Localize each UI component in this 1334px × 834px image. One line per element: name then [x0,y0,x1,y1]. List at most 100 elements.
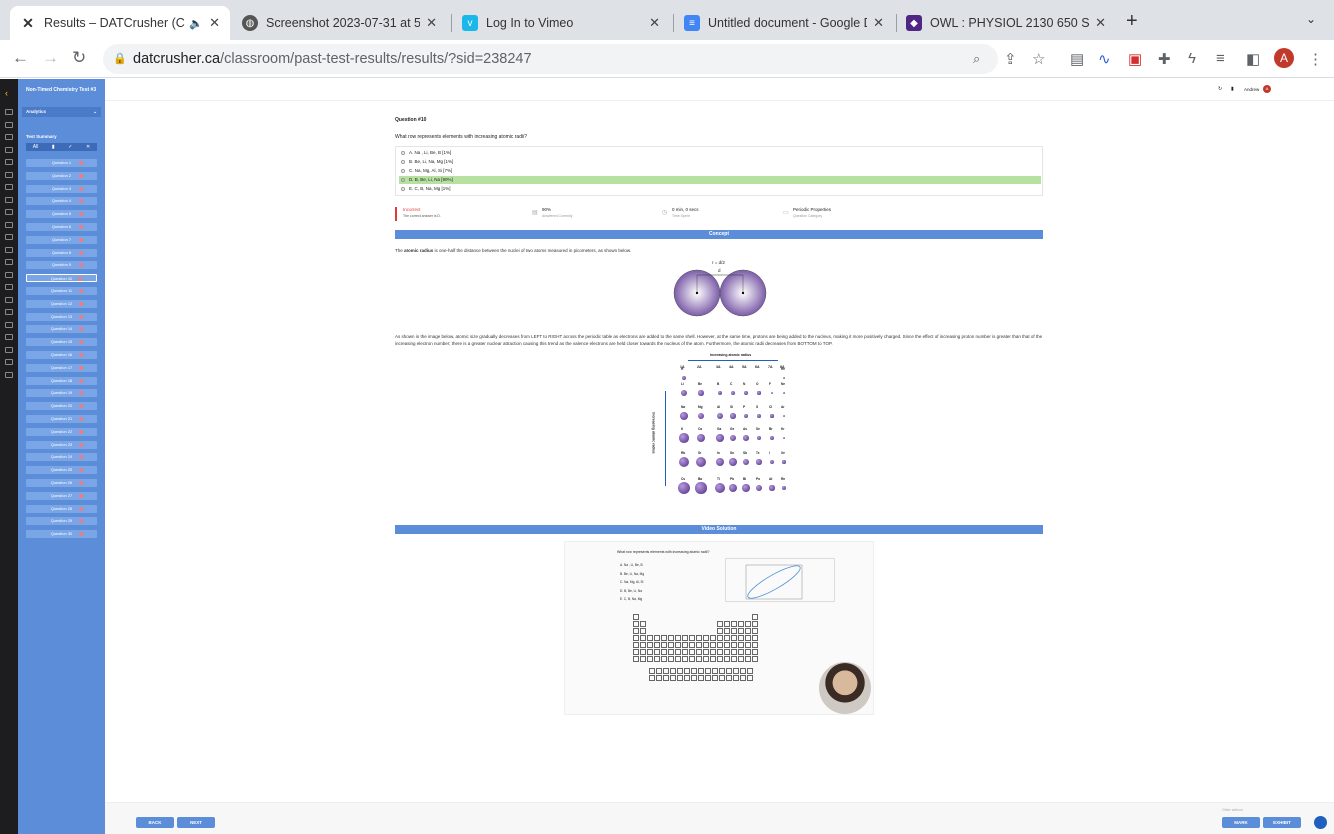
extensions-puzzle-icon[interactable]: ✚ [1158,50,1171,68]
share-icon[interactable]: ⇪ [1004,50,1017,68]
chrome-menu-icon[interactable]: ⋮ [1308,50,1323,68]
option-c[interactable]: C. Na, Mg, Al, Si [7%] [399,167,1041,175]
sidebar-question-item[interactable]: Question 23 [26,440,97,449]
rail-nav-icon[interactable] [5,221,13,228]
video-player[interactable]: What row represents elements with increa… [564,541,874,715]
sidebar-question-item[interactable]: Question 26 [26,479,97,487]
rail-nav-icon[interactable] [5,321,13,328]
sidebar-question-item[interactable]: Question 25 [26,466,97,475]
profile-avatar[interactable]: A [1274,48,1294,68]
bookmark-icon[interactable]: ▮ [1231,86,1234,92]
reload-icon[interactable]: ↻ [72,48,86,68]
refresh-icon[interactable]: ↻ [1218,86,1222,92]
filter-correct-icon[interactable]: ✓ [68,144,72,150]
close-tab-icon[interactable]: ✕ [649,15,660,31]
rail-nav-icon[interactable] [5,334,13,340]
close-tab-icon[interactable]: ✕ [873,15,884,31]
tab-screenshot[interactable]: ◍ Screenshot 2023-07-31 at 5.0 ✕ [232,6,447,40]
bookmark-star-icon[interactable]: ☆ [1032,50,1045,68]
extension-pdf-icon[interactable]: ▣ [1128,50,1142,68]
close-tab-icon[interactable]: ✕ [426,15,437,31]
close-tab-icon[interactable]: ✕ [1095,15,1106,31]
rail-nav-icon[interactable] [5,359,13,365]
sidebar-question-item[interactable]: Question 21 [26,415,97,423]
address-bar[interactable]: 🔒 datcrusher.ca/classroom/past-test-resu… [103,44,998,74]
extension-wave-icon[interactable]: ∿ [1098,50,1111,68]
exhibit-button[interactable]: EXHIBIT [1263,817,1301,828]
rail-nav-icon[interactable] [5,171,13,178]
sidebar-question-item[interactable]: Question 20 [26,402,97,411]
sidebar-question-item[interactable]: Question 1 [26,159,97,167]
rail-nav-icon[interactable] [5,296,13,303]
option-d-correct[interactable]: D. B, Be, Li, Na [90%] [399,176,1041,184]
sidebar-question-item[interactable]: Question 19 [26,389,97,398]
tab-google-docs[interactable]: ≡ Untitled document - Google Do ✕ [674,6,894,40]
rail-nav-icon[interactable] [5,346,13,353]
side-panel-icon[interactable]: ◧ [1246,50,1260,68]
sidebar-question-item[interactable]: Question 6 [26,223,97,231]
tab-search-icon[interactable]: ⌄ [1306,12,1316,26]
close-tab-icon[interactable]: ✕ [209,15,220,31]
sidebar-question-item[interactable]: Question 22 [26,427,97,436]
rail-nav-icon[interactable] [5,246,13,253]
sidebar-question-item[interactable]: Question 8 [26,248,97,257]
rail-nav-icon[interactable] [5,184,13,190]
zoom-icon[interactable]: ⌕ [973,44,980,74]
rail-nav-icon[interactable] [5,121,13,128]
sidebar-question-item[interactable]: Question 7 [26,235,97,244]
user-avatar[interactable]: A [1263,85,1271,93]
collapse-arrow-icon[interactable]: ‹ [5,88,8,98]
speaker-icon[interactable]: 🔈 [189,17,203,30]
chat-icon[interactable] [1314,816,1327,829]
back-icon[interactable]: ← [12,48,29,68]
user-name[interactable]: Andrew [1244,87,1259,92]
sidebar-question-item[interactable]: Question 17 [26,363,97,372]
tab-vimeo[interactable]: v Log In to Vimeo ✕ [452,6,670,40]
option-e[interactable]: E. C, B, Na, Mg [1%] [399,185,1041,193]
rail-nav-icon[interactable] [5,234,13,240]
tab-owl[interactable]: ◆ OWL : PHYSIOL 2130 650 SU2 ✕ [896,6,1116,40]
option-b[interactable]: B. Be, Li, Na, Mg [1%] [399,158,1041,166]
rail-nav-icon[interactable] [5,209,13,215]
sidebar-question-item[interactable]: Question 14 [26,325,97,334]
rail-nav-icon[interactable] [5,109,13,115]
sidebar-question-item[interactable]: Question 30 [26,530,97,539]
extension-notes-icon[interactable]: ▤ [1070,50,1084,68]
forward-icon[interactable]: → [42,48,59,68]
rail-nav-icon[interactable] [5,146,13,153]
reading-list-icon[interactable]: ≡ [1216,50,1225,67]
rail-nav-icon[interactable] [5,196,13,203]
sidebar-question-item[interactable]: Question 24 [26,453,97,462]
analytics-dropdown[interactable]: Analytics ⌄ [22,107,101,117]
option-a[interactable]: A. Na , Li, Be, B [1%] [399,149,1041,157]
sidebar-question-item[interactable]: Question 15 [26,338,97,347]
tab-datcrusher[interactable]: ✕ Results – DATCrusher (Can 🔈 ✕ [10,6,230,40]
sidebar-question-item[interactable]: Question 2 [26,171,97,180]
extension-bolt-icon[interactable]: ϟ [1188,50,1196,67]
filter-bookmark-icon[interactable]: ▮ [52,144,55,150]
rail-nav-icon[interactable] [5,284,13,290]
sidebar-question-item[interactable]: Question 3 [26,184,97,193]
sidebar-question-item[interactable]: Question 4 [26,197,97,206]
rail-nav-icon[interactable] [5,371,13,378]
rail-nav-icon[interactable] [5,259,13,265]
rail-nav-icon[interactable] [5,309,13,315]
sidebar-question-item[interactable]: Question 28 [26,504,97,513]
sidebar-question-item[interactable]: Question 27 [26,491,97,500]
sidebar-question-item[interactable]: Question 12 [26,299,97,308]
rail-nav-icon[interactable] [5,159,13,165]
sidebar-question-item[interactable]: Question 5 [26,210,97,219]
rail-nav-icon[interactable] [5,271,13,278]
next-button[interactable]: NEXT [177,817,215,828]
filter-incorrect-icon[interactable]: ✕ [86,144,90,150]
new-tab-icon[interactable]: + [1126,10,1138,33]
rail-nav-icon[interactable] [5,134,13,140]
mark-button[interactable]: MARK [1222,817,1260,828]
sidebar-question-item[interactable]: Question 13 [26,312,97,321]
sidebar-question-item[interactable]: Question 9 [26,261,97,270]
sidebar-question-item[interactable]: Question 18 [26,376,97,385]
sidebar-question-item[interactable]: Question 11 [26,287,97,295]
sidebar-question-item[interactable]: Question 10 [26,274,97,283]
back-button[interactable]: BACK [136,817,174,828]
sidebar-question-item[interactable]: Question 16 [26,351,97,359]
